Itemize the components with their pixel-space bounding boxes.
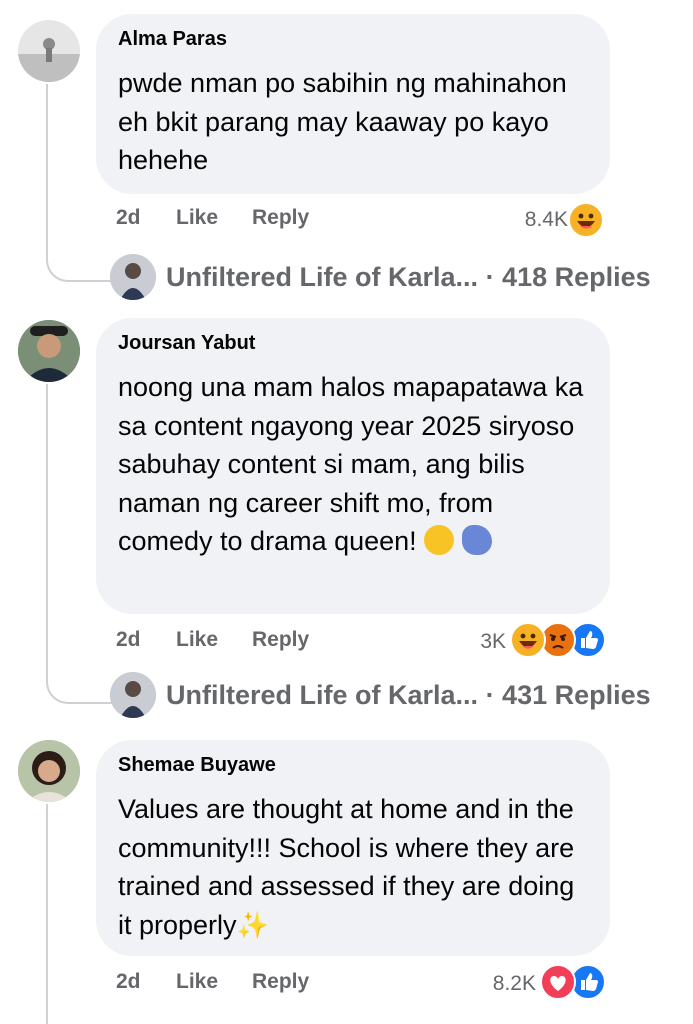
replies-summary[interactable]: Unfiltered Life of Karla... · 418 Replie…	[166, 262, 651, 293]
avatar[interactable]	[18, 20, 80, 82]
comment-text: pwde nman po sabihin ng mahinahon eh bki…	[118, 68, 567, 175]
haha-icon	[510, 622, 546, 658]
comment-text: noong una mam halos mapapatawa ka sa con…	[118, 368, 588, 561]
comment-text-body: Values are thought at home and in the co…	[118, 794, 575, 940]
replies-author[interactable]: Unfiltered Life of Karla...	[166, 262, 478, 292]
reaction-count[interactable]: 3K	[466, 630, 506, 654]
comment-text: Values are thought at home and in the co…	[118, 790, 588, 944]
avatar	[110, 672, 156, 718]
reaction-count[interactable]: 8.4K	[510, 208, 568, 232]
like-button[interactable]: Like	[176, 970, 218, 994]
replies-count[interactable]: · 418 Replies	[486, 262, 651, 292]
comment-bubble: Alma Paras pwde nman po sabihin ng mahin…	[96, 14, 610, 194]
laughing-emoji-icon	[424, 525, 455, 555]
avatar[interactable]	[18, 320, 80, 382]
replies-count[interactable]: · 431 Replies	[486, 680, 651, 710]
replies-author[interactable]: Unfiltered Life of Karla...	[166, 680, 478, 710]
comment-time[interactable]: 2d	[116, 206, 141, 230]
view-replies-link[interactable]: Unfiltered Life of Karla... · 431 Replie…	[0, 672, 693, 722]
thread-line	[46, 384, 48, 674]
reaction-count[interactable]: 8.2K	[480, 972, 536, 996]
comment-time[interactable]: 2d	[116, 628, 141, 652]
clapping-hands-icon	[461, 525, 492, 555]
view-replies-link[interactable]: Unfiltered Life of Karla... · 418 Replie…	[0, 254, 693, 304]
comment-bubble: Joursan Yabut noong una mam halos mapapa…	[96, 318, 610, 614]
avatar[interactable]	[18, 740, 80, 802]
comment-time[interactable]: 2d	[116, 970, 141, 994]
comment-author[interactable]: Joursan Yabut	[118, 332, 255, 355]
comment-text-body: noong una mam halos mapapatawa ka sa con…	[118, 372, 584, 556]
reply-button[interactable]: Reply	[252, 970, 309, 994]
reply-button[interactable]: Reply	[252, 628, 309, 652]
comment-author[interactable]: Alma Paras	[118, 28, 227, 51]
thread-line	[46, 84, 48, 252]
reply-button[interactable]: Reply	[252, 206, 309, 230]
sparkles-icon: ✨	[236, 909, 269, 940]
haha-icon	[568, 202, 604, 238]
love-icon	[540, 964, 576, 1000]
comment-author[interactable]: Shemae Buyawe	[118, 754, 276, 777]
comment-bubble: Shemae Buyawe Values are thought at home…	[96, 740, 610, 956]
replies-summary[interactable]: Unfiltered Life of Karla... · 431 Replie…	[166, 680, 651, 711]
thread-line	[46, 804, 48, 1024]
avatar	[110, 254, 156, 300]
like-button[interactable]: Like	[176, 206, 218, 230]
like-button[interactable]: Like	[176, 628, 218, 652]
